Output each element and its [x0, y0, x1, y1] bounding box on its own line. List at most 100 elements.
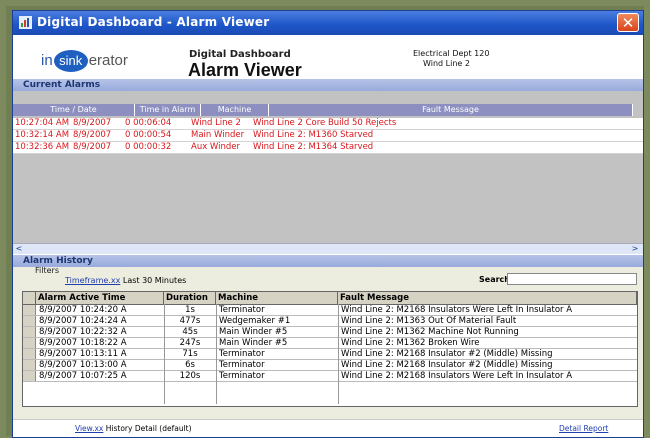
scroll-right-icon[interactable]: > [629, 244, 641, 254]
timeframe-filter: Timeframe.xx Last 30 Minutes [65, 276, 186, 285]
cell-active-time: 8/9/2007 10:22:32 A [39, 327, 127, 337]
alarm-viewer-window: Digital Dashboard - Alarm Viewer ✕ in sin… [12, 10, 644, 438]
footer-bar: View.xx History Detail (default) Detail … [13, 419, 643, 437]
column-divider [338, 304, 339, 404]
table-row[interactable]: 8/9/2007 10:24:20 A 1s Terminator Wind L… [23, 305, 637, 316]
column-fault-message[interactable]: Fault Message [269, 104, 633, 116]
horizontal-scrollbar[interactable]: < > [13, 243, 643, 254]
alarm-history-table: Alarm Active Time Duration Machine Fault… [22, 291, 638, 407]
page-header: in sink erator Digital Dashboard Alarm Vie… [13, 35, 643, 85]
row-selector[interactable] [23, 371, 36, 381]
alarm-message: Wind Line 2: M1364 Starved [253, 142, 374, 152]
cell-duration: 45s [182, 327, 198, 337]
search-input[interactable] [507, 273, 637, 285]
cell-active-time: 8/9/2007 10:13:11 A [39, 349, 127, 359]
column-alarm-active-time[interactable]: Alarm Active Time [36, 292, 164, 304]
column-machine[interactable]: Machine [216, 292, 338, 304]
row-selector[interactable] [23, 327, 36, 337]
title-bar[interactable]: Digital Dashboard - Alarm Viewer ✕ [13, 11, 643, 35]
alarm-time: 10:32:14 AM [15, 130, 70, 140]
alarm-time: 10:32:36 AM [15, 142, 70, 152]
filters-label: Filters [35, 266, 59, 275]
page-subtitle: Digital Dashboard [189, 49, 291, 60]
line-label: Wind Line 2 [423, 59, 470, 68]
current-alarm-row[interactable]: 10:27:04 AM 8/9/2007 0 00:06:04 Wind Lin… [13, 118, 643, 130]
dashboard-icon [19, 16, 32, 29]
select-column-header [23, 292, 36, 304]
cell-fault-message: Wind Line 2: M1362 Broken Wire [341, 338, 480, 348]
cell-machine: Terminator [219, 305, 265, 315]
logo-middle: sink [53, 50, 88, 72]
column-divider [216, 304, 217, 404]
cell-active-time: 8/9/2007 10:18:22 A [39, 338, 127, 348]
close-icon: ✕ [621, 14, 635, 32]
page-title: Alarm Viewer [188, 60, 302, 80]
logo-prefix: in [41, 52, 53, 69]
alarm-duration: 0 00:06:04 [125, 118, 172, 128]
insinkerator-logo: in sink erator [41, 50, 128, 72]
column-time-in-alarm[interactable]: Time in Alarm [135, 104, 201, 116]
current-alarms-column-header: Time / Date Time in Alarm Machine Fault … [13, 104, 633, 116]
table-header: Alarm Active Time Duration Machine Fault… [23, 292, 637, 305]
detail-report-link[interactable]: Detail Report [559, 424, 608, 433]
table-row[interactable]: 8/9/2007 10:13:11 A 71s Terminator Wind … [23, 349, 637, 360]
alarm-duration: 0 00:00:54 [125, 130, 172, 140]
window-title: Digital Dashboard - Alarm Viewer [37, 15, 270, 29]
cell-fault-message: Wind Line 2: M2168 Insulator #2 (Middle)… [341, 349, 553, 359]
cell-fault-message: Wind Line 2: M2168 Insulators Were Left … [341, 371, 573, 381]
cell-fault-message: Wind Line 2: M2168 Insulators Were Left … [341, 305, 573, 315]
cell-active-time: 8/9/2007 10:24:20 A [39, 305, 127, 315]
cell-duration: 120s [179, 371, 201, 381]
alarm-machine: Wind Line 2 [191, 118, 241, 128]
table-row[interactable]: 8/9/2007 10:13:00 A 6s Terminator Wind L… [23, 360, 637, 371]
row-selector[interactable] [23, 316, 36, 326]
column-duration[interactable]: Duration [164, 292, 216, 304]
close-button[interactable]: ✕ [617, 13, 639, 32]
alarm-history-header: Alarm History [13, 255, 643, 267]
cell-active-time: 8/9/2007 10:13:00 A [39, 360, 127, 370]
current-alarms-title: Current Alarms [23, 80, 101, 90]
current-alarms-panel: Time / Date Time in Alarm Machine Fault … [13, 91, 643, 251]
table-row[interactable]: 8/9/2007 10:07:25 A 120s Terminator Wind… [23, 371, 637, 382]
row-selector[interactable] [23, 338, 36, 348]
alarm-history-title: Alarm History [23, 256, 93, 266]
column-time-date[interactable]: Time / Date [13, 104, 135, 116]
scroll-left-icon[interactable]: < [13, 244, 25, 254]
row-selector[interactable] [23, 349, 36, 359]
alarm-history-panel: Alarm History Filters Timeframe.xx Last … [13, 255, 643, 437]
alarm-time: 10:27:04 AM [15, 118, 70, 128]
current-alarms-header: Current Alarms [13, 79, 643, 91]
cell-active-time: 8/9/2007 10:07:25 A [39, 371, 127, 381]
cell-duration: 6s [185, 360, 195, 370]
view-value: History Detail (default) [105, 424, 192, 433]
alarm-date: 8/9/2007 [73, 142, 112, 152]
cell-duration: 71s [182, 349, 198, 359]
row-selector[interactable] [23, 305, 36, 315]
alarm-date: 8/9/2007 [73, 130, 112, 140]
cell-machine: Terminator [219, 349, 265, 359]
cell-fault-message: Wind Line 2: M2168 Insulator #2 (Middle)… [341, 360, 553, 370]
cell-active-time: 8/9/2007 10:24:24 A [39, 316, 127, 326]
cell-duration: 477s [179, 316, 201, 326]
cell-duration: 247s [179, 338, 201, 348]
alarm-date: 8/9/2007 [73, 118, 112, 128]
table-row[interactable]: 8/9/2007 10:18:22 A 247s Main Winder #5 … [23, 338, 637, 349]
alarm-machine: Main Winder [191, 130, 245, 140]
view-selector: View.xx History Detail (default) [75, 424, 192, 433]
current-alarm-row[interactable]: 10:32:14 AM 8/9/2007 0 00:00:54 Main Win… [13, 130, 643, 142]
view-link[interactable]: View.xx [75, 424, 103, 433]
table-row[interactable]: 8/9/2007 10:22:32 A 45s Main Winder #5 W… [23, 327, 637, 338]
cell-fault-message: Wind Line 2: M1362 Machine Not Running [341, 327, 519, 337]
timeframe-value: Last 30 Minutes [122, 276, 187, 285]
column-machine[interactable]: Machine [201, 104, 269, 116]
column-divider [164, 304, 165, 404]
column-fault-message[interactable]: Fault Message [338, 292, 637, 304]
current-alarm-row[interactable]: 10:32:36 AM 8/9/2007 0 00:00:32 Aux Wind… [13, 142, 643, 154]
cell-fault-message: Wind Line 2: M1363 Out Of Material Fault [341, 316, 517, 326]
timeframe-link[interactable]: Timeframe.xx [65, 276, 120, 285]
table-row[interactable]: 8/9/2007 10:24:24 A 477s Wedgemaker #1 W… [23, 316, 637, 327]
logo-suffix: erator [88, 52, 128, 69]
cell-machine: Terminator [219, 360, 265, 370]
cell-machine: Terminator [219, 371, 265, 381]
row-selector[interactable] [23, 360, 36, 370]
